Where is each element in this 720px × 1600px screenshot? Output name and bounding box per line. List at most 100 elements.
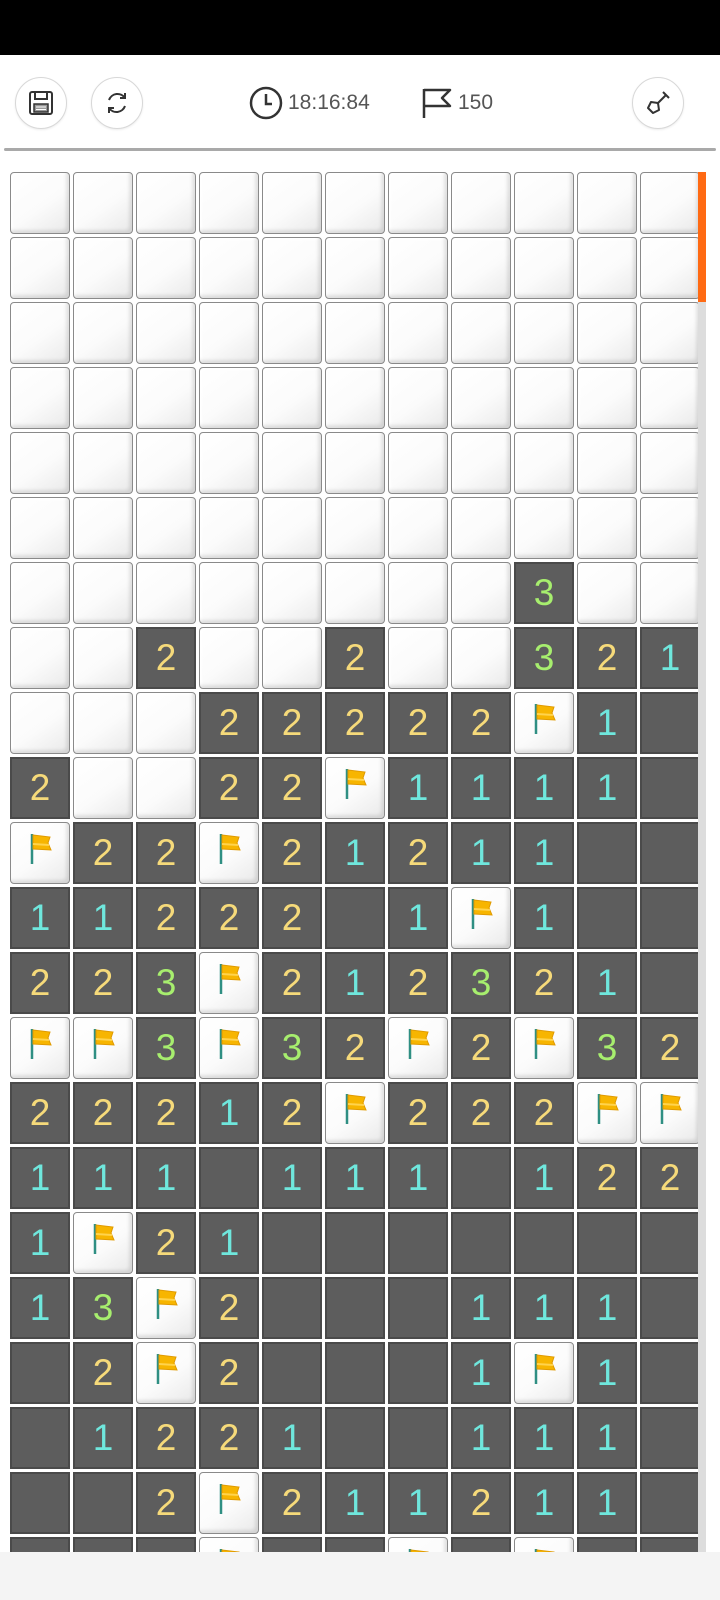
- hidden-cell[interactable]: [199, 237, 259, 299]
- number-cell[interactable]: 2: [10, 757, 70, 819]
- number-cell[interactable]: 2: [73, 1342, 133, 1404]
- hidden-cell[interactable]: [388, 497, 448, 559]
- number-cell[interactable]: 2: [199, 757, 259, 819]
- empty-cell[interactable]: [199, 1147, 259, 1209]
- empty-cell[interactable]: [325, 887, 385, 949]
- number-cell[interactable]: 1: [451, 1342, 511, 1404]
- number-cell[interactable]: 1: [577, 1277, 637, 1339]
- hidden-cell[interactable]: [73, 432, 133, 494]
- number-cell[interactable]: 1: [10, 1212, 70, 1274]
- number-cell[interactable]: 2: [262, 952, 322, 1014]
- empty-cell[interactable]: [325, 1342, 385, 1404]
- number-cell[interactable]: 2: [73, 952, 133, 1014]
- flagged-cell[interactable]: [199, 952, 259, 1014]
- flagged-cell[interactable]: [577, 1082, 637, 1144]
- number-cell[interactable]: 3: [73, 1277, 133, 1339]
- hidden-cell[interactable]: [514, 367, 574, 429]
- number-cell[interactable]: 1: [136, 1147, 196, 1209]
- hidden-cell[interactable]: [136, 367, 196, 429]
- hidden-cell[interactable]: [10, 432, 70, 494]
- number-cell[interactable]: 2: [73, 822, 133, 884]
- hidden-cell[interactable]: [199, 562, 259, 624]
- number-cell[interactable]: 2: [262, 1082, 322, 1144]
- number-cell[interactable]: 1: [199, 1082, 259, 1144]
- flagged-cell[interactable]: [325, 1082, 385, 1144]
- flagged-cell[interactable]: [10, 822, 70, 884]
- number-cell[interactable]: 2: [262, 887, 322, 949]
- hidden-cell[interactable]: [262, 497, 322, 559]
- hidden-cell[interactable]: [451, 237, 511, 299]
- hidden-cell[interactable]: [10, 367, 70, 429]
- hidden-cell[interactable]: [10, 172, 70, 234]
- number-cell[interactable]: 1: [514, 1407, 574, 1469]
- number-cell[interactable]: 2: [73, 1082, 133, 1144]
- hidden-cell[interactable]: [388, 172, 448, 234]
- number-cell[interactable]: 1: [640, 627, 700, 689]
- number-cell[interactable]: 2: [10, 1082, 70, 1144]
- empty-cell[interactable]: [325, 1277, 385, 1339]
- hidden-cell[interactable]: [136, 432, 196, 494]
- flagged-cell[interactable]: [514, 692, 574, 754]
- empty-cell[interactable]: [640, 692, 700, 754]
- number-cell[interactable]: 2: [451, 1082, 511, 1144]
- empty-cell[interactable]: [577, 887, 637, 949]
- hidden-cell[interactable]: [514, 432, 574, 494]
- number-cell[interactable]: 1: [388, 1472, 448, 1534]
- number-cell[interactable]: 1: [262, 1407, 322, 1469]
- hidden-cell[interactable]: [73, 237, 133, 299]
- hidden-cell[interactable]: [262, 302, 322, 364]
- hidden-cell[interactable]: [514, 172, 574, 234]
- empty-cell[interactable]: [10, 1342, 70, 1404]
- number-cell[interactable]: 2: [136, 627, 196, 689]
- hidden-cell[interactable]: [640, 302, 700, 364]
- number-cell[interactable]: 2: [136, 822, 196, 884]
- number-cell[interactable]: 2: [325, 627, 385, 689]
- number-cell[interactable]: 1: [514, 887, 574, 949]
- hidden-cell[interactable]: [136, 237, 196, 299]
- flagged-cell[interactable]: [199, 1017, 259, 1079]
- number-cell[interactable]: 1: [10, 1277, 70, 1339]
- empty-cell[interactable]: [640, 1342, 700, 1404]
- hidden-cell[interactable]: [577, 237, 637, 299]
- hidden-cell[interactable]: [388, 302, 448, 364]
- number-cell[interactable]: 3: [262, 1017, 322, 1079]
- hidden-cell[interactable]: [199, 432, 259, 494]
- hidden-cell[interactable]: [10, 692, 70, 754]
- hidden-cell[interactable]: [325, 562, 385, 624]
- number-cell[interactable]: 1: [325, 1147, 385, 1209]
- hidden-cell[interactable]: [262, 367, 322, 429]
- hidden-cell[interactable]: [73, 692, 133, 754]
- hidden-cell[interactable]: [199, 172, 259, 234]
- hidden-cell[interactable]: [577, 432, 637, 494]
- hidden-cell[interactable]: [388, 562, 448, 624]
- hidden-cell[interactable]: [262, 172, 322, 234]
- number-cell[interactable]: 2: [451, 1472, 511, 1534]
- hidden-cell[interactable]: [73, 757, 133, 819]
- hidden-cell[interactable]: [451, 627, 511, 689]
- number-cell[interactable]: 2: [640, 1147, 700, 1209]
- empty-cell[interactable]: [388, 1277, 448, 1339]
- hidden-cell[interactable]: [388, 367, 448, 429]
- hidden-cell[interactable]: [73, 367, 133, 429]
- hidden-cell[interactable]: [73, 497, 133, 559]
- hidden-cell[interactable]: [325, 432, 385, 494]
- scrollbar-track[interactable]: [698, 172, 706, 1552]
- number-cell[interactable]: 3: [514, 562, 574, 624]
- number-cell[interactable]: 3: [136, 952, 196, 1014]
- empty-cell[interactable]: [388, 1407, 448, 1469]
- hidden-cell[interactable]: [136, 757, 196, 819]
- empty-cell[interactable]: [10, 1472, 70, 1534]
- number-cell[interactable]: 2: [10, 952, 70, 1014]
- number-cell[interactable]: 2: [136, 1082, 196, 1144]
- number-cell[interactable]: 1: [73, 1407, 133, 1469]
- flagged-cell[interactable]: [199, 1472, 259, 1534]
- number-cell[interactable]: 1: [577, 1407, 637, 1469]
- number-cell[interactable]: 3: [577, 1017, 637, 1079]
- hidden-cell[interactable]: [388, 432, 448, 494]
- number-cell[interactable]: 1: [577, 757, 637, 819]
- number-cell[interactable]: 2: [262, 822, 322, 884]
- number-cell[interactable]: 3: [136, 1017, 196, 1079]
- hidden-cell[interactable]: [262, 237, 322, 299]
- save-button[interactable]: [15, 77, 67, 129]
- empty-cell[interactable]: [640, 1212, 700, 1274]
